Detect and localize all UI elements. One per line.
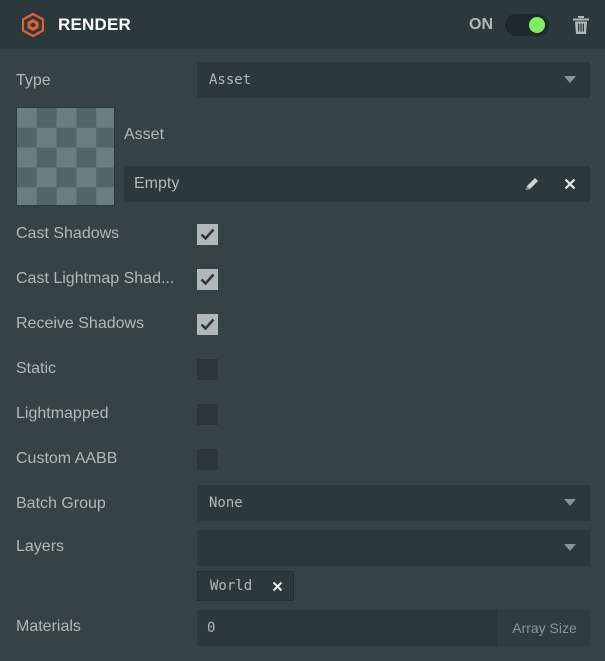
layer-tag-world: World	[197, 571, 294, 601]
layers-label: Layers	[16, 538, 65, 555]
asset-label: Asset	[124, 126, 165, 143]
remove-tag-icon[interactable]	[272, 580, 283, 596]
render-component-icon	[20, 12, 46, 38]
asset-value: Empty	[134, 175, 180, 192]
custom-aabb-checkbox[interactable]	[197, 449, 218, 470]
static-checkbox[interactable]	[197, 359, 218, 380]
asset-field[interactable]: Empty	[124, 166, 590, 202]
toggle-label: ON	[469, 15, 493, 33]
lightmapped-label: Lightmapped	[16, 405, 109, 422]
chevron-down-icon	[564, 499, 576, 506]
layers-select[interactable]	[197, 530, 590, 566]
static-label: Static	[16, 360, 57, 377]
chevron-down-icon	[564, 544, 576, 551]
materials-value: 0	[207, 620, 216, 636]
close-icon[interactable]	[564, 177, 576, 195]
type-select[interactable]: Asset	[197, 62, 590, 98]
lightmapped-checkbox[interactable]	[197, 404, 218, 425]
materials-label: Materials	[16, 618, 81, 635]
chevron-down-icon	[564, 76, 576, 83]
batch-group-select[interactable]: None	[197, 485, 590, 521]
batch-group-value: None	[209, 495, 243, 511]
trash-icon[interactable]	[571, 15, 591, 35]
enable-toggle[interactable]	[505, 13, 549, 36]
render-component-panel: RENDER ON Type Asset Asset Empty Cast Sh…	[0, 0, 605, 661]
type-label: Type	[16, 72, 51, 89]
receive-shadows-checkbox[interactable]	[197, 314, 218, 335]
cast-shadows-label: Cast Shadows	[16, 225, 120, 242]
receive-shadows-label: Receive Shadows	[16, 315, 145, 332]
asset-thumbnail[interactable]	[16, 107, 115, 206]
cast-lightmap-shadows-label: Cast Lightmap Shad...	[16, 270, 175, 287]
checkmark-icon	[200, 318, 215, 331]
panel-header: RENDER ON	[0, 0, 605, 49]
materials-array-size-input[interactable]: 0	[197, 610, 498, 646]
pencil-icon[interactable]	[524, 176, 540, 197]
toggle-knob	[529, 16, 545, 33]
custom-aabb-label: Custom AABB	[16, 450, 118, 467]
cast-lightmap-shadows-checkbox[interactable]	[197, 269, 218, 290]
array-size-label: Array Size	[499, 610, 590, 646]
type-select-value: Asset	[209, 72, 252, 88]
batch-group-label: Batch Group	[16, 495, 106, 512]
cast-shadows-checkbox[interactable]	[197, 224, 218, 245]
layer-tag-label: World	[210, 578, 253, 594]
panel-title: RENDER	[58, 14, 131, 34]
checkmark-icon	[200, 228, 215, 241]
checkmark-icon	[200, 273, 215, 286]
